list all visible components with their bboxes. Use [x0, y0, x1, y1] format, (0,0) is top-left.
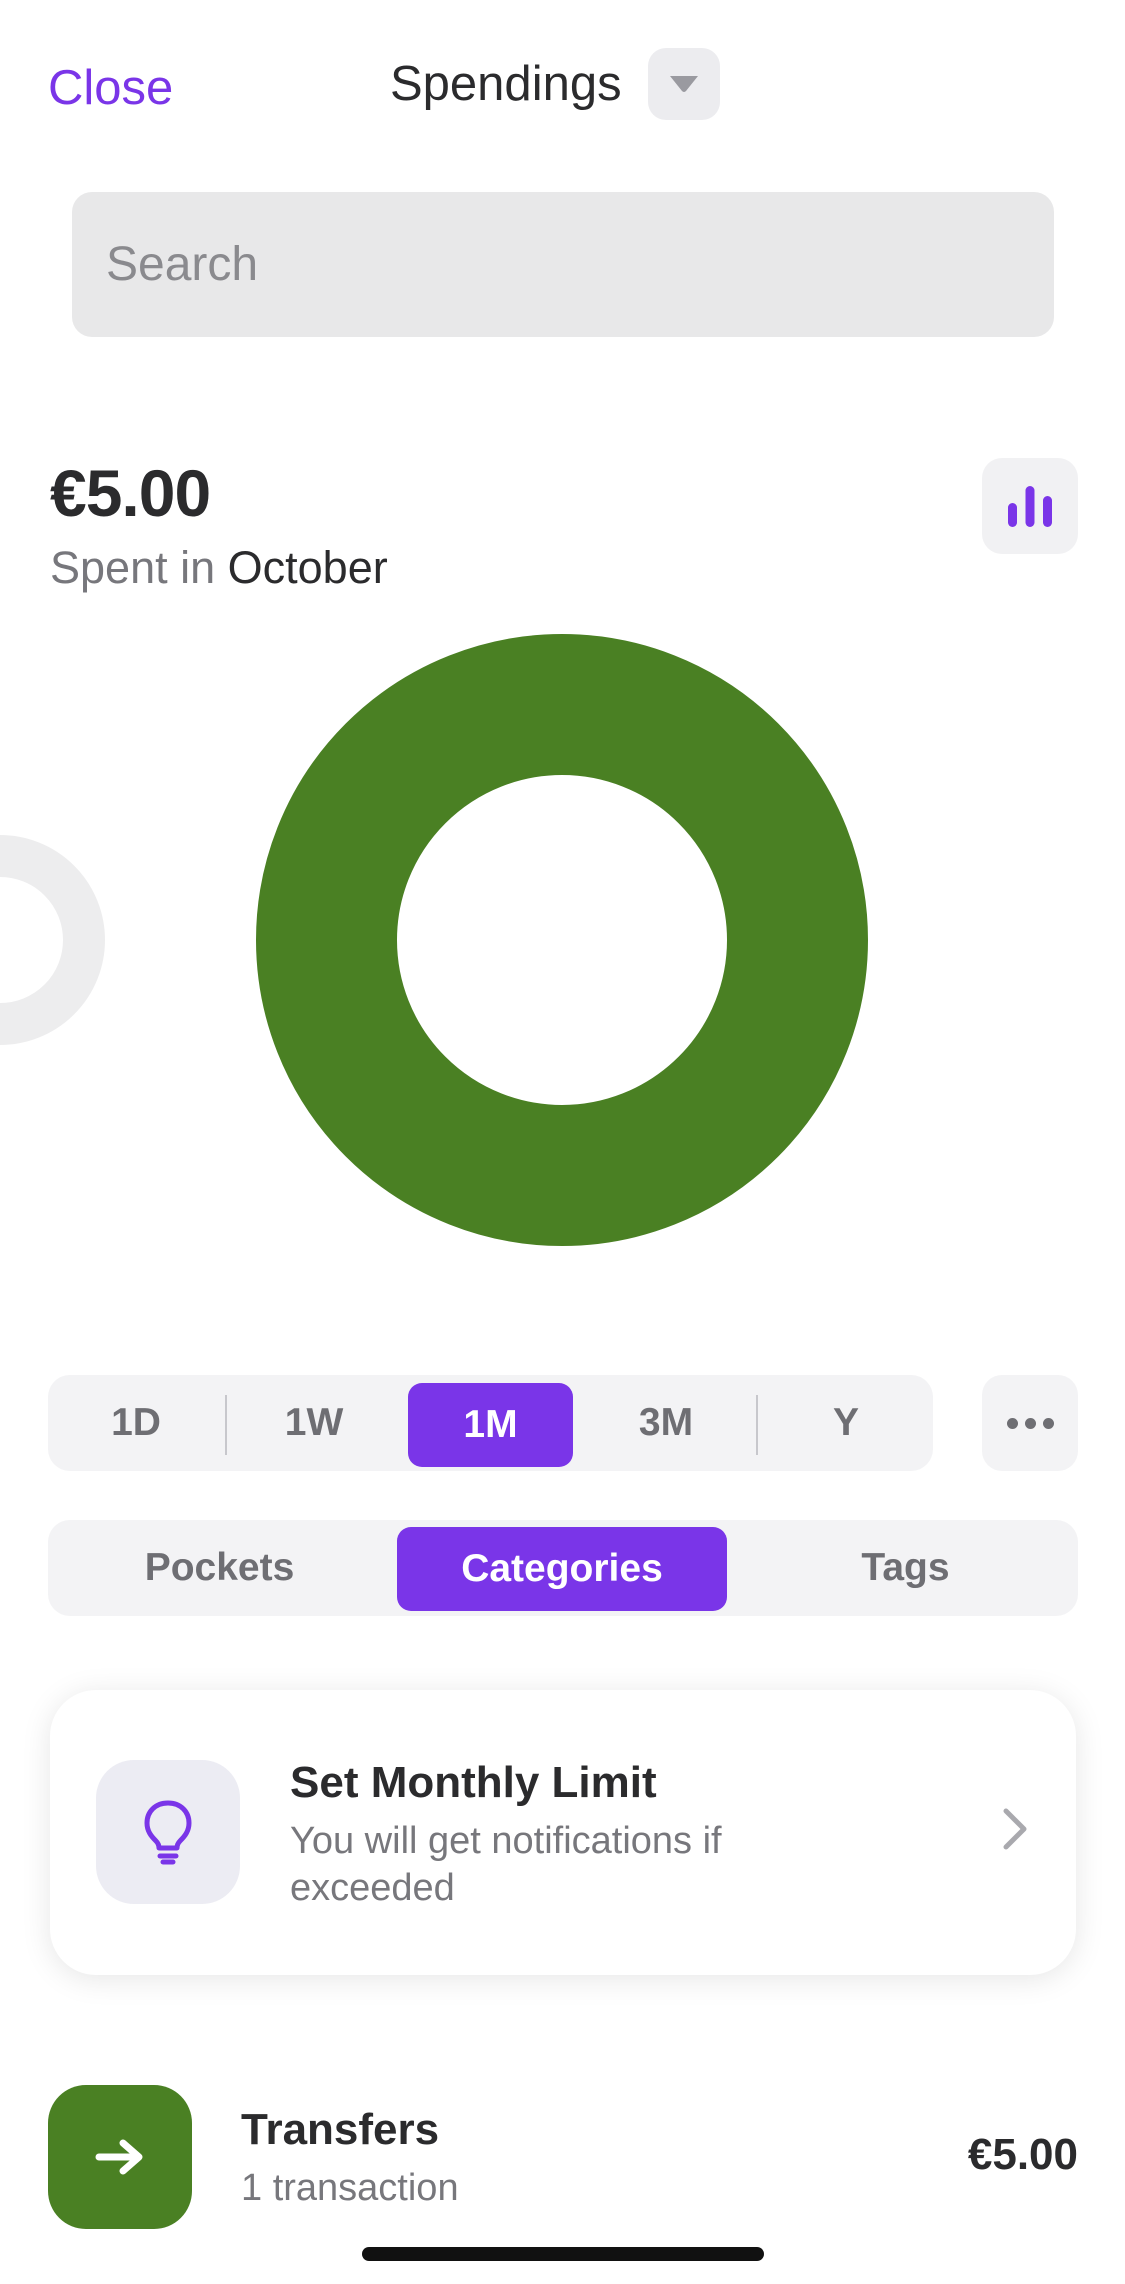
- title-dropdown-button[interactable]: [647, 48, 720, 120]
- transfers-icon-tile: [48, 2085, 192, 2229]
- home-indicator[interactable]: [362, 2247, 764, 2261]
- tab-tags[interactable]: Tags: [733, 1520, 1078, 1616]
- period-selector: 1D 1W 1M 3M Y: [48, 1375, 933, 1471]
- lightbulb-icon: [144, 1800, 192, 1865]
- category-row-transfers[interactable]: Transfers 1 transaction €5.00: [48, 2085, 1078, 2230]
- period-option-1m[interactable]: 1M: [408, 1383, 573, 1467]
- title-group[interactable]: Spendings: [390, 48, 720, 120]
- search-input[interactable]: Search: [72, 192, 1054, 337]
- search-placeholder: Search: [106, 238, 259, 291]
- chevron-down-icon: [669, 76, 698, 92]
- total-amount: €5.00: [50, 456, 211, 530]
- limit-subtitle: You will get notifications if exceeded: [290, 1820, 722, 1909]
- limit-title: Set Monthly Limit: [290, 1758, 657, 1807]
- chevron-right-icon: [1003, 1808, 1027, 1850]
- bar-chart-icon: [1008, 486, 1052, 527]
- spendings-sheet: Close Spendings Search €5.00 Spent in Oc…: [0, 0, 1125, 2284]
- page-title: Spendings: [390, 57, 622, 111]
- ellipsis-icon: [1042, 1417, 1054, 1429]
- close-button[interactable]: Close: [48, 60, 173, 116]
- period-option-1w[interactable]: 1W: [226, 1375, 402, 1471]
- set-monthly-limit-card[interactable]: Set Monthly Limit You will get notificat…: [50, 1690, 1076, 1975]
- tab-pockets[interactable]: Pockets: [48, 1520, 391, 1616]
- chart-type-button[interactable]: [982, 458, 1078, 554]
- more-options-button[interactable]: [982, 1375, 1078, 1471]
- ellipsis-icon: [1006, 1417, 1018, 1429]
- previous-period-donut-peek[interactable]: [0, 835, 105, 1045]
- spent-prefix: Spent in: [50, 542, 216, 593]
- spending-donut-chart[interactable]: [0, 620, 1125, 1260]
- period-option-y[interactable]: Y: [758, 1375, 934, 1471]
- group-by-tabs: Pockets Categories Tags: [48, 1520, 1078, 1616]
- tab-categories[interactable]: Categories: [397, 1527, 727, 1611]
- spent-month[interactable]: October: [228, 542, 388, 593]
- ellipsis-icon: [1024, 1417, 1036, 1429]
- limit-icon-tile: [96, 1760, 240, 1904]
- arrow-right-icon: [95, 2139, 143, 2175]
- period-option-3m[interactable]: 3M: [578, 1375, 754, 1471]
- donut-slice-transfers[interactable]: [256, 634, 868, 1246]
- category-amount: €5.00: [967, 2130, 1078, 2179]
- period-option-1d[interactable]: 1D: [48, 1375, 224, 1471]
- category-name: Transfers: [241, 2105, 440, 2154]
- spent-period-label: Spent in October: [50, 542, 388, 594]
- transaction-count: 1 transaction: [241, 2167, 459, 2209]
